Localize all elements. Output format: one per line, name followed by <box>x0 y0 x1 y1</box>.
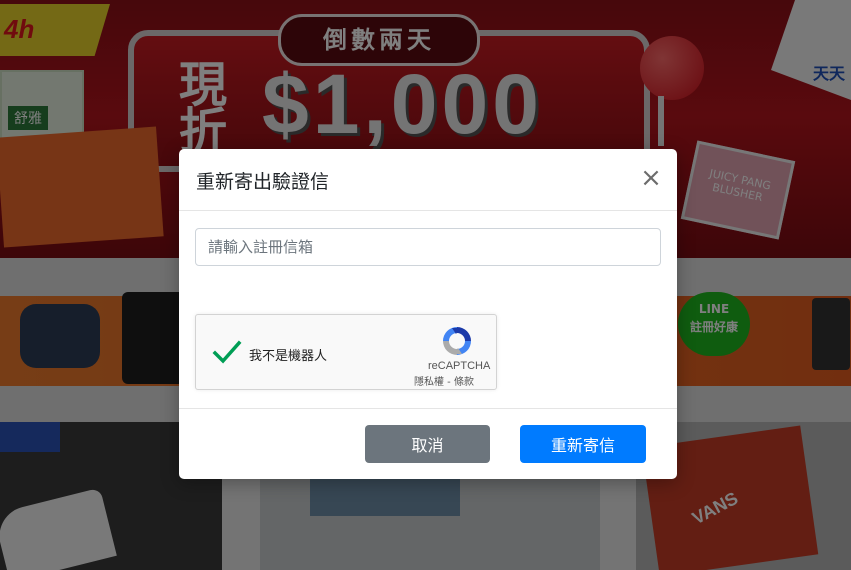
link-separator: - <box>444 377 454 388</box>
recaptcha-brand: reCAPTCHA <box>428 360 491 372</box>
recaptcha-logo-icon <box>443 327 471 355</box>
terms-link[interactable]: 條款 <box>454 377 474 388</box>
checkmark-icon[interactable] <box>212 337 242 367</box>
recaptcha-widget: 我不是機器人 reCAPTCHA 隱私權 - 條款 <box>195 314 497 390</box>
modal-header: 重新寄出驗證信 × <box>179 149 677 211</box>
email-input[interactable] <box>195 228 661 266</box>
privacy-link[interactable]: 隱私權 <box>414 377 444 388</box>
resend-button[interactable]: 重新寄信 <box>520 425 646 463</box>
close-icon[interactable]: × <box>639 165 663 191</box>
cancel-button[interactable]: 取消 <box>365 425 490 463</box>
recaptcha-label: 我不是機器人 <box>249 349 328 364</box>
recaptcha-links: 隱私權 - 條款 <box>414 373 474 388</box>
modal-footer: 取消 重新寄信 <box>179 408 677 479</box>
resend-verification-modal: 重新寄出驗證信 × 我不是機器人 reCAPTCHA 隱私權 - 條款 取消 重… <box>179 149 677 479</box>
modal-title: 重新寄出驗證信 <box>196 171 330 193</box>
